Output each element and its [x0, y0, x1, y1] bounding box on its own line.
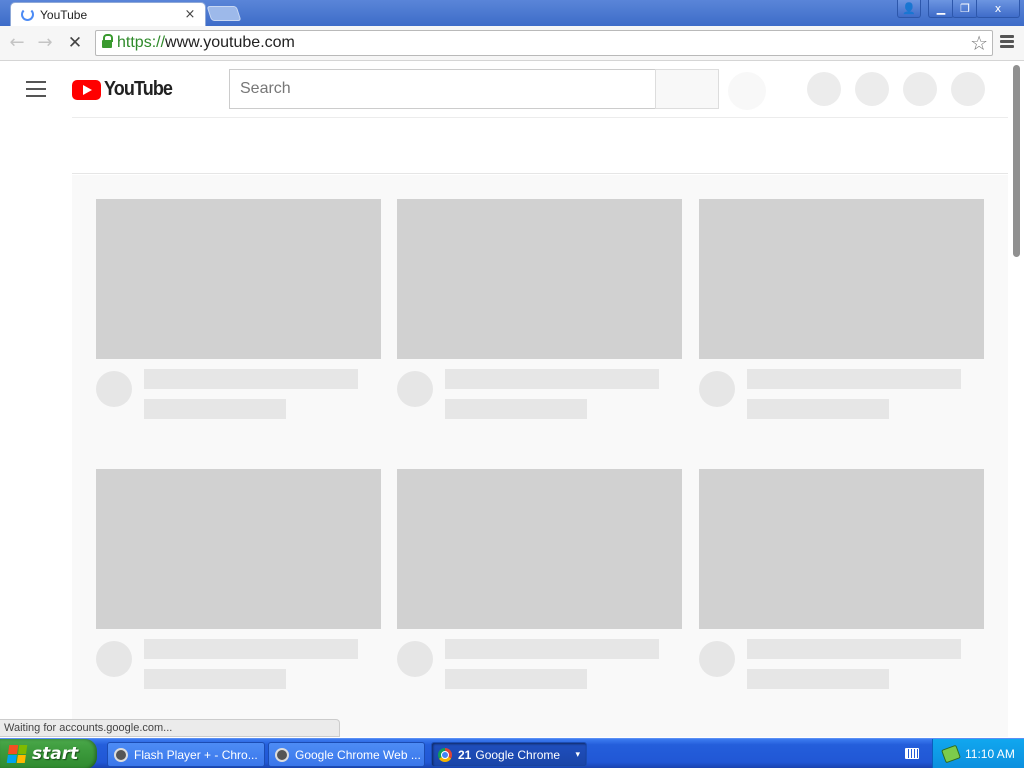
youtube-logo-text: YouTube	[104, 78, 173, 100]
chrome-menu-icon[interactable]	[1000, 35, 1014, 49]
meta-placeholder	[445, 399, 587, 419]
avatar-placeholder	[96, 641, 132, 677]
avatar-placeholder	[699, 371, 735, 407]
placeholder-circle	[807, 72, 841, 106]
chevron-down-icon: ▾	[575, 749, 580, 759]
search-input[interactable]: Search	[229, 69, 656, 109]
clock[interactable]: 11:10 AM	[965, 747, 1015, 761]
video-card-placeholder	[96, 199, 382, 419]
taskbar-item-label: Google Chrome	[475, 747, 561, 762]
thumbnail-placeholder	[397, 469, 682, 629]
new-tab-button[interactable]	[206, 6, 242, 21]
taskbar: start Flash Player + - Chro... Google Ch…	[0, 738, 1024, 768]
status-bubble: Waiting for accounts.google.com...	[0, 719, 340, 737]
tab-close-icon[interactable]: ×	[183, 7, 197, 22]
system-tray: 11:10 AM	[932, 739, 1024, 768]
placeholder-circle	[951, 72, 985, 106]
avatar-placeholder	[397, 641, 433, 677]
chrome-icon	[438, 747, 452, 762]
placeholder-circle	[855, 72, 889, 106]
meta-placeholder	[445, 669, 587, 689]
keyboard-icon[interactable]	[905, 748, 919, 759]
taskbar-item-label: Flash Player + - Chro...	[134, 747, 258, 762]
start-button[interactable]: start	[0, 739, 97, 768]
thumbnail-placeholder	[699, 469, 984, 629]
tab-youtube[interactable]: YouTube ×	[10, 2, 206, 26]
placeholder-circle	[728, 72, 766, 110]
meta-placeholder	[144, 399, 286, 419]
windows-flag-icon	[6, 745, 28, 763]
placeholder-circle	[903, 72, 937, 106]
scrollbar-thumb[interactable]	[1013, 65, 1020, 257]
stop-loading-button[interactable]: ✕	[64, 32, 86, 54]
url-host: www.youtube.com	[165, 34, 295, 51]
youtube-masthead: YouTube Search	[0, 61, 1008, 117]
back-button[interactable]: ←	[6, 32, 28, 54]
browser-toolbar: ← → ✕ https://www.youtube.com ☆	[0, 26, 1024, 61]
maximize-button[interactable]: ❐	[952, 0, 978, 18]
video-card-placeholder	[699, 469, 985, 689]
url-scheme: https://	[117, 34, 166, 51]
title-placeholder	[144, 369, 358, 389]
thumbnail-placeholder	[96, 469, 381, 629]
web-page: YouTube Search	[0, 61, 1024, 737]
profile-icon[interactable]: 👤	[897, 0, 921, 18]
title-placeholder	[747, 369, 961, 389]
tab-strip: YouTube × 👤 ▁ ❐ x	[0, 0, 1024, 26]
network-icon[interactable]	[941, 744, 961, 764]
video-card-placeholder	[397, 199, 683, 419]
meta-placeholder	[747, 399, 889, 419]
screen: YouTube × 👤 ▁ ❐ x ← → ✕ https://www.yout…	[0, 0, 1024, 768]
start-label: start	[32, 744, 79, 764]
taskbar-item-label: Google Chrome Web ...	[295, 747, 421, 762]
address-bar[interactable]: https://www.youtube.com ☆	[95, 30, 993, 56]
raccoon-icon	[114, 747, 128, 762]
avatar-placeholder	[96, 371, 132, 407]
youtube-logo[interactable]: YouTube	[72, 78, 180, 101]
title-placeholder	[445, 639, 659, 659]
bookmark-star-icon[interactable]: ☆	[970, 31, 988, 55]
search-button[interactable]	[655, 69, 719, 109]
window-count: 21	[458, 747, 472, 762]
title-placeholder	[747, 639, 961, 659]
video-card-placeholder	[397, 469, 683, 689]
loading-spinner-icon	[21, 8, 34, 21]
chip-bar-placeholder	[72, 118, 1008, 174]
close-window-button[interactable]: x	[976, 0, 1020, 18]
raccoon-icon	[275, 747, 289, 762]
title-placeholder	[445, 369, 659, 389]
minimize-button[interactable]: ▁	[928, 0, 954, 18]
meta-placeholder	[144, 669, 286, 689]
taskbar-item-flash-player[interactable]: Flash Player + - Chro...	[107, 742, 265, 767]
youtube-play-icon	[72, 79, 101, 100]
thumbnail-placeholder	[699, 199, 984, 359]
avatar-placeholder	[699, 641, 735, 677]
thumbnail-placeholder	[96, 199, 381, 359]
guide-menu-icon[interactable]	[26, 81, 46, 97]
page-scrollbar[interactable]	[1008, 61, 1024, 737]
forward-button[interactable]: →	[34, 32, 56, 54]
title-placeholder	[144, 639, 358, 659]
taskbar-item-google-chrome[interactable]: 21 Google Chrome ▾	[431, 742, 587, 767]
meta-placeholder	[747, 669, 889, 689]
lock-icon	[102, 33, 113, 51]
taskbar-item-chrome-web[interactable]: Google Chrome Web ...	[268, 742, 425, 767]
video-card-placeholder	[96, 469, 382, 689]
thumbnail-placeholder	[397, 199, 682, 359]
video-card-placeholder	[699, 199, 985, 419]
tab-title: YouTube	[40, 7, 88, 22]
avatar-placeholder	[397, 371, 433, 407]
